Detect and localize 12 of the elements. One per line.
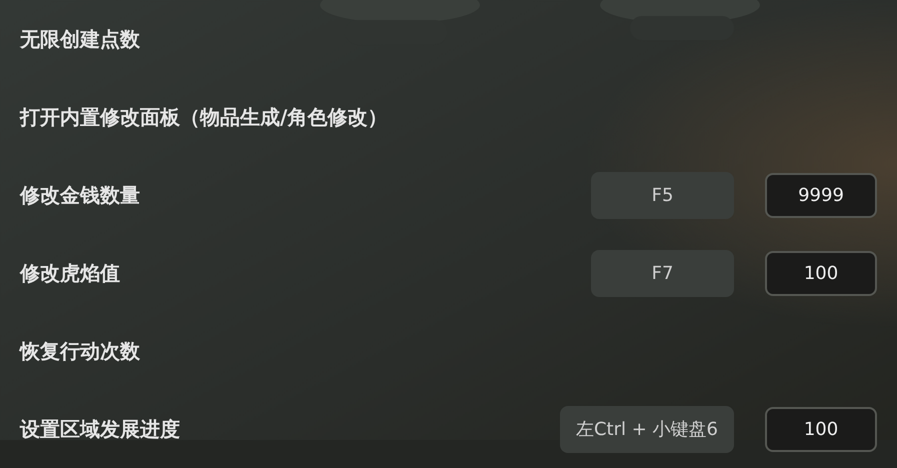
option-label: 修改虎焰值 — [20, 260, 120, 287]
value-field[interactable]: 9999 — [765, 172, 877, 218]
hotkey-button[interactable]: 左Ctrl + 小键盘6 — [560, 406, 734, 452]
option-label: 恢复行动次数 — [20, 338, 140, 365]
hotkey-button[interactable]: F7 — [591, 250, 734, 296]
hotkey-button[interactable]: F5 — [591, 172, 734, 218]
value-field[interactable]: 100 — [765, 250, 877, 296]
option-label: 打开内置修改面板（物品生成/角色修改） — [20, 104, 388, 131]
option-label: 无限创建点数 — [20, 26, 140, 53]
value-field[interactable]: 100 — [765, 406, 877, 452]
option-label: 修改金钱数量 — [20, 182, 140, 209]
option-label: 设置区域发展进度 — [20, 416, 180, 443]
